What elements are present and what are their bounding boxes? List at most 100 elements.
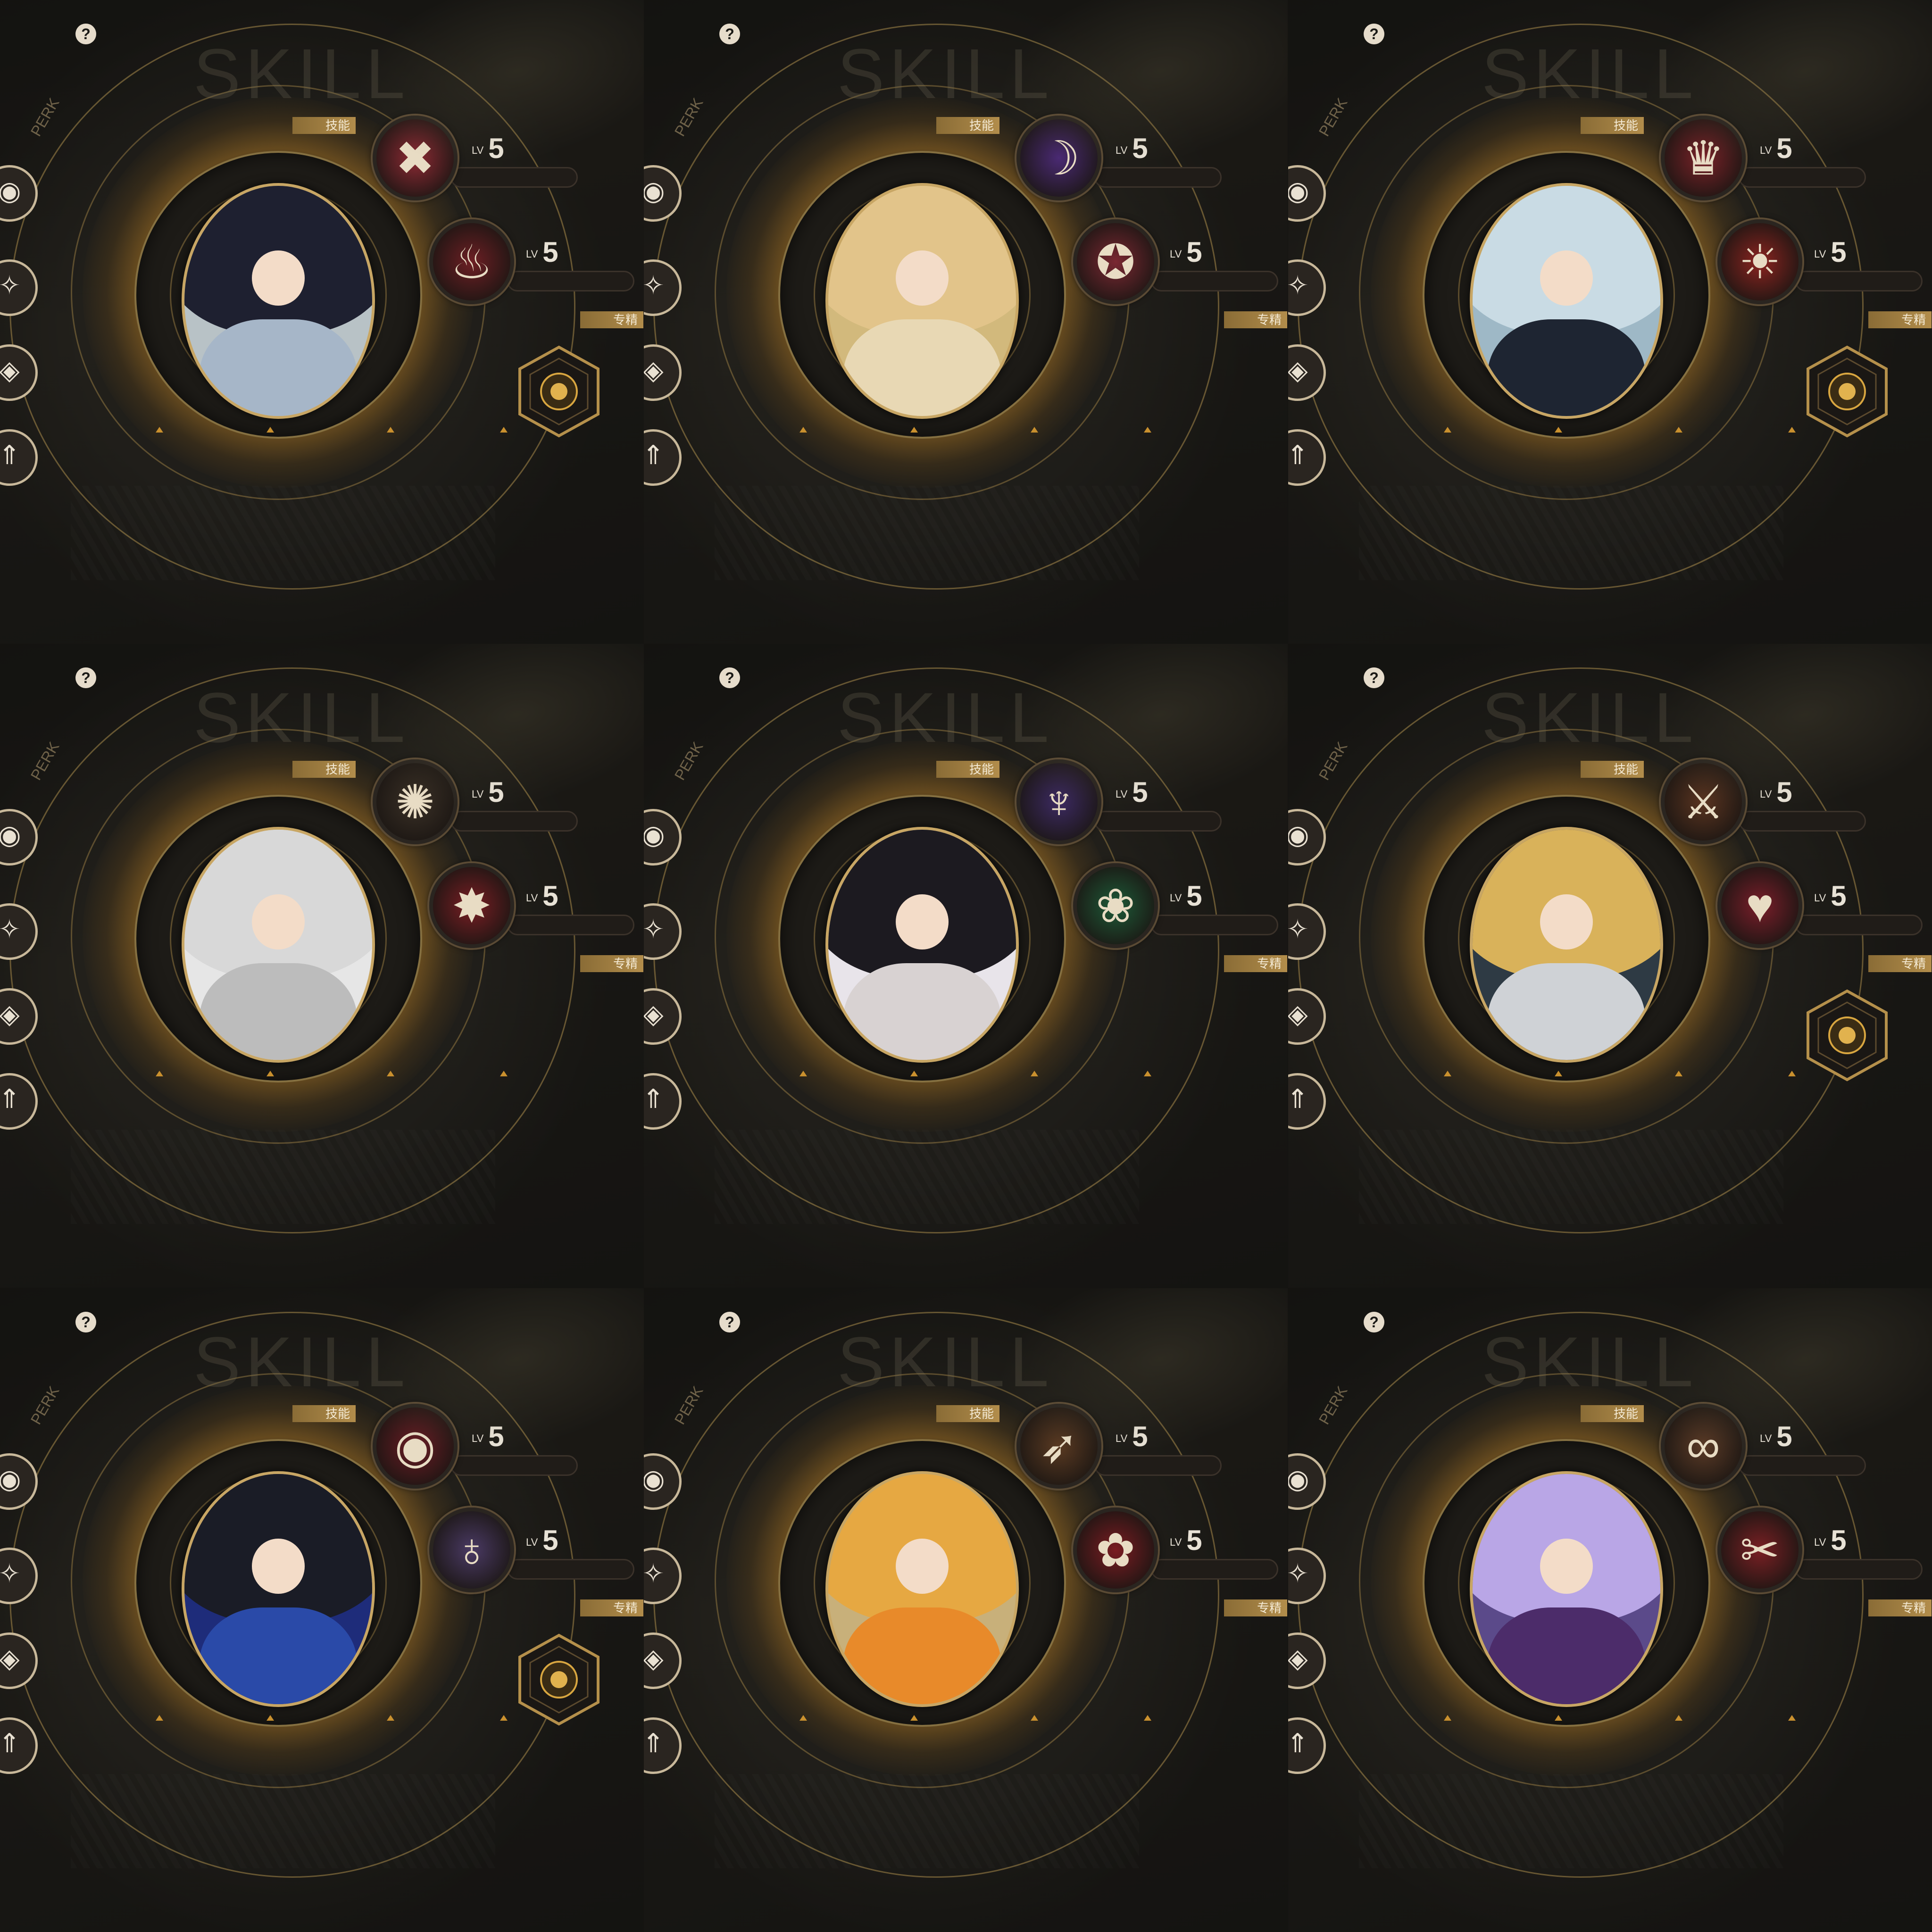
- brain-hex-icon: [1807, 989, 1888, 1082]
- help-icon[interactable]: ?: [1364, 667, 1384, 688]
- ring-marker: [799, 1715, 807, 1721]
- skill-1-button[interactable]: ♛: [1661, 116, 1746, 200]
- skill-watermark: SKILL: [1482, 34, 1698, 113]
- portrait-body: [843, 1607, 1001, 1704]
- portrait-face: [1540, 250, 1593, 306]
- skill-1-button[interactable]: ◉: [373, 1404, 458, 1489]
- perk-label[interactable]: PERK: [27, 95, 63, 140]
- specialization-hex-button[interactable]: [1802, 988, 1892, 1083]
- portrait-face: [252, 250, 305, 306]
- character-portrait[interactable]: [825, 827, 1019, 1063]
- help-icon[interactable]: ?: [719, 667, 740, 688]
- perk-label[interactable]: PERK: [27, 739, 63, 783]
- character-portrait[interactable]: [1470, 183, 1663, 419]
- character-portrait[interactable]: [182, 1471, 375, 1707]
- perk-arrow-icon[interactable]: ⇑: [1288, 429, 1326, 486]
- skill-1-level-bar: [450, 811, 578, 832]
- perk-label[interactable]: PERK: [671, 1383, 707, 1428]
- skill-2-button[interactable]: ✿: [1073, 1507, 1158, 1592]
- skill-1-button[interactable]: ⚔: [1661, 759, 1746, 844]
- skill-1-level: LV 5: [1760, 1421, 1792, 1452]
- skill-2-button[interactable]: ♁: [429, 1507, 514, 1592]
- portrait-body: [1487, 963, 1646, 1060]
- skill-2-button[interactable]: ♥: [1717, 863, 1802, 948]
- character-portrait[interactable]: [182, 183, 375, 419]
- help-icon[interactable]: ?: [719, 1312, 740, 1332]
- help-icon[interactable]: ?: [1364, 24, 1384, 44]
- skill-1-button[interactable]: ♆: [1016, 759, 1101, 844]
- perk-arrow-icon[interactable]: ⇑: [644, 429, 682, 486]
- perk-label[interactable]: PERK: [27, 1383, 63, 1428]
- ring-marker: [1555, 1071, 1562, 1076]
- help-icon[interactable]: ?: [719, 24, 740, 44]
- skill-1-level: LV 5: [1760, 133, 1792, 164]
- help-icon[interactable]: ?: [1364, 1312, 1384, 1332]
- perk-label[interactable]: PERK: [1316, 1383, 1351, 1428]
- skill-panel: SKILL ? PERK 技能 专精 ◉ ✧ ◈ ⇑ ⚔ ♥ LV 5 LV 5: [1288, 644, 1932, 1288]
- portrait-face: [896, 250, 949, 306]
- perk-arrow-icon[interactable]: ⇑: [0, 1073, 38, 1130]
- skill-2-level-bar: [1151, 1559, 1278, 1580]
- character-portrait[interactable]: [1470, 1471, 1663, 1707]
- perk-label[interactable]: PERK: [671, 739, 707, 783]
- skill-2-button[interactable]: ✂: [1717, 1507, 1802, 1592]
- perk-arrow-icon[interactable]: ⇑: [1288, 1073, 1326, 1130]
- character-portrait[interactable]: [182, 827, 375, 1063]
- help-icon[interactable]: ?: [75, 24, 96, 44]
- skill-2-level-bar: [1151, 915, 1278, 935]
- perk-label[interactable]: PERK: [1316, 739, 1351, 783]
- skill-watermark: SKILL: [837, 1322, 1054, 1401]
- ring-marker: [1444, 427, 1451, 433]
- perk-arrow-icon[interactable]: ⇑: [644, 1717, 682, 1774]
- ring-marker: [387, 1715, 394, 1721]
- ring-marker: [1144, 427, 1151, 433]
- ring-marker: [1788, 1715, 1796, 1721]
- ring-marker: [266, 1715, 274, 1721]
- ring-marker: [156, 427, 163, 433]
- ring-marker: [1675, 1715, 1682, 1721]
- perk-arrow-icon[interactable]: ⇑: [0, 429, 38, 486]
- flame-crown-icon: ♛: [1682, 132, 1724, 185]
- specialization-hex-button[interactable]: [514, 1632, 604, 1727]
- help-icon[interactable]: ?: [75, 667, 96, 688]
- skill-2-button[interactable]: ♨: [429, 219, 514, 304]
- perk-label[interactable]: PERK: [1316, 95, 1351, 140]
- skill-1-button[interactable]: ☽: [1016, 116, 1101, 200]
- skill-2-level-bar: [507, 915, 634, 935]
- specialization-hex-button[interactable]: [514, 344, 604, 439]
- skill-watermark: SKILL: [837, 678, 1054, 757]
- ring-marker: [500, 1715, 508, 1721]
- skill-panel: SKILL ? PERK 技能 专精 ◉ ✧ ◈ ⇑ ◉ ♁ LV 5 LV 5: [0, 1288, 644, 1932]
- help-icon[interactable]: ?: [75, 1312, 96, 1332]
- perk-arrow-icon[interactable]: ⇑: [1288, 1717, 1326, 1774]
- character-portrait[interactable]: [1470, 827, 1663, 1063]
- perk-arrow-icon[interactable]: ⇑: [0, 1717, 38, 1774]
- skill-1-button[interactable]: ➶: [1016, 1404, 1101, 1489]
- perk-arrow-icon[interactable]: ⇑: [644, 1073, 682, 1130]
- skill-2-level-bar: [1795, 915, 1923, 935]
- skill-1-button[interactable]: ∞: [1661, 1404, 1746, 1489]
- skill-1-level-bar: [450, 167, 578, 188]
- ring-marker: [910, 1071, 918, 1076]
- skill-2-button[interactable]: ✪: [1073, 219, 1158, 304]
- heart-wing-icon: ♥: [1746, 879, 1774, 932]
- skill-1-button[interactable]: ✖: [373, 116, 458, 200]
- triangle-pattern: [71, 486, 495, 580]
- perk-label[interactable]: PERK: [671, 95, 707, 140]
- specialization-hex-button[interactable]: [1802, 344, 1892, 439]
- skill-2-level-bar: [1151, 271, 1278, 291]
- skill-tag: 技能: [292, 1405, 356, 1422]
- skill-2-level: LV 5: [526, 1524, 558, 1556]
- brain-hex-icon: [1807, 345, 1888, 438]
- skill-2-button[interactable]: ❀: [1073, 863, 1158, 948]
- skill-2-button[interactable]: ☀: [1717, 219, 1802, 304]
- skill-2-level: LV 5: [1814, 1524, 1847, 1556]
- character-portrait[interactable]: [825, 1471, 1019, 1707]
- skill-watermark: SKILL: [1482, 1322, 1698, 1401]
- skill-1-level-bar: [1094, 167, 1222, 188]
- skill-1-button[interactable]: ✺: [373, 759, 458, 844]
- ring-marker: [1788, 427, 1796, 433]
- crossed-blades-icon: ✖: [395, 132, 435, 185]
- skill-2-button[interactable]: ✸: [429, 863, 514, 948]
- character-portrait[interactable]: [825, 183, 1019, 419]
